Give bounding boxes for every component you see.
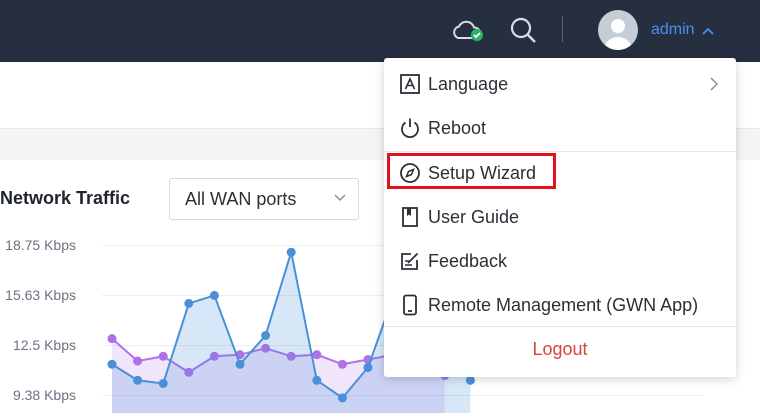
edit-icon (399, 250, 421, 272)
menu-item-label: User Guide (428, 207, 520, 227)
data-point (158, 378, 168, 388)
y-tick-label: 9.38 Kbps (12, 387, 76, 403)
data-point (235, 359, 245, 369)
data-point (261, 330, 271, 340)
menu-item-feedback[interactable]: Feedback (384, 239, 736, 283)
header-divider (562, 16, 563, 42)
y-tick-label: 18.75 Kbps (5, 237, 76, 253)
username: admin (651, 21, 695, 38)
network-traffic-title: Network Traffic (0, 188, 131, 208)
data-point (286, 247, 296, 257)
setup-wizard-highlight (387, 153, 556, 189)
wan-port-select-value: All WAN ports (185, 189, 297, 209)
book-icon (399, 206, 421, 228)
top-bar: admin (0, 0, 760, 62)
data-point (312, 375, 322, 385)
data-point (133, 375, 143, 385)
search-icon[interactable] (508, 15, 538, 45)
mobile-phone-icon (399, 294, 421, 316)
data-point (363, 362, 373, 372)
avatar[interactable] (598, 10, 638, 50)
y-tick-label: 15.63 Kbps (5, 287, 76, 303)
data-point (312, 350, 322, 360)
menu-divider (384, 326, 736, 327)
data-point (158, 351, 168, 361)
menu-item-label: Remote Management (GWN App) (428, 295, 699, 315)
cloud-status-icon[interactable] (450, 16, 484, 46)
menu-item-user-guide[interactable]: User Guide (384, 195, 736, 239)
data-point (337, 393, 347, 403)
data-point (133, 356, 143, 366)
menu-item-label: Reboot (428, 118, 487, 138)
chevron-down-icon (334, 194, 346, 202)
data-point (107, 334, 117, 344)
chevron-right-icon (710, 77, 718, 91)
language-icon (399, 73, 421, 95)
data-point (209, 290, 219, 300)
wan-port-select[interactable]: All WAN ports (169, 178, 359, 220)
menu-item-label: Feedback (428, 251, 508, 271)
logout-button[interactable]: Logout (384, 338, 736, 360)
menu-item-remote-management[interactable]: Remote Management (GWN App) (384, 283, 736, 327)
chevron-up-icon (701, 27, 714, 35)
menu-item-language[interactable]: Language (384, 62, 736, 106)
menu-item-reboot[interactable]: Reboot (384, 106, 736, 150)
data-point (184, 298, 194, 308)
data-point (337, 359, 347, 369)
power-icon (399, 117, 421, 139)
data-point (107, 359, 117, 369)
y-tick-label: 12.5 Kbps (12, 337, 76, 353)
menu-item-label: Language (428, 74, 509, 94)
user-dropdown-menu: Language Reboot Setup Wizard User Guide … (384, 58, 736, 377)
user-menu-toggle[interactable]: admin (651, 19, 714, 41)
data-point (465, 375, 475, 385)
